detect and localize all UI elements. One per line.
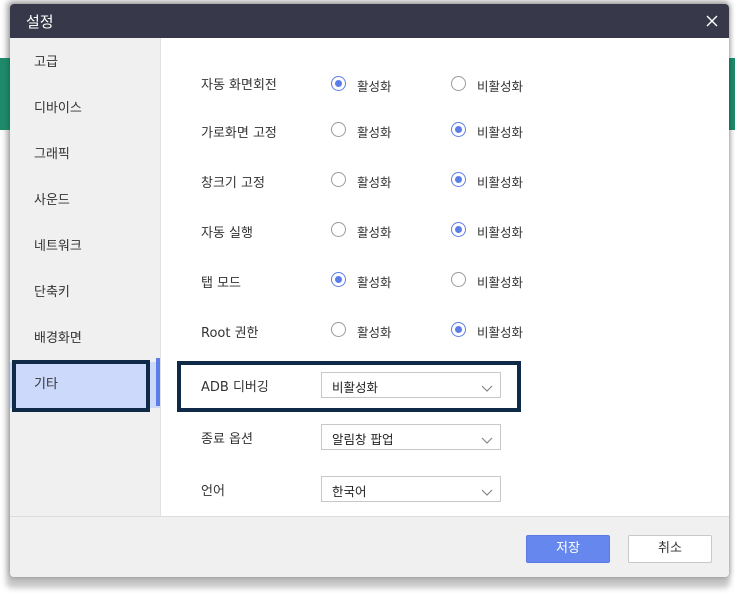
- tab-mode-off-label: 비활성화: [477, 275, 524, 290]
- dialog-title: 설정: [26, 13, 54, 31]
- root-on-label: 활성화: [357, 325, 392, 340]
- auto-start-off-radio[interactable]: [451, 222, 466, 237]
- chevron-down-icon: [480, 431, 494, 450]
- root-on-radio[interactable]: [331, 322, 346, 337]
- sidebar-item-sound[interactable]: 사운드: [10, 178, 160, 224]
- setting-label-tab-mode: 탭 모드: [201, 276, 242, 291]
- auto-rotate-off-label: 비활성화: [477, 79, 524, 94]
- close-icon[interactable]: [701, 10, 723, 32]
- dialog-footer: 저장 취소: [10, 516, 729, 577]
- setting-label-root: Root 권한: [201, 326, 259, 341]
- title-bar: 설정: [10, 4, 729, 38]
- sidebar-item-advanced[interactable]: 고급: [10, 40, 160, 86]
- settings-dialog: 설정 고급 디바이스 그래픽 사운드 네트워크 단축키 배경화면 기타 자동 화…: [10, 4, 729, 577]
- window-size-lock-on-radio[interactable]: [331, 172, 346, 187]
- auto-start-on-label: 활성화: [357, 225, 392, 240]
- auto-start-off-label: 비활성화: [477, 225, 524, 240]
- language-value: 한국어: [332, 484, 367, 499]
- setting-label-language: 언어: [201, 484, 225, 499]
- window-size-lock-on-label: 활성화: [357, 175, 392, 190]
- setting-label-auto-start: 자동 실행: [201, 226, 253, 241]
- landscape-lock-off-label: 비활성화: [477, 125, 524, 140]
- sidebar-item-device[interactable]: 디바이스: [10, 86, 160, 132]
- sidebar-item-graphics[interactable]: 그래픽: [10, 132, 160, 178]
- tab-mode-on-label: 활성화: [357, 275, 392, 290]
- sidebar-item-shortcuts[interactable]: 단축키: [10, 270, 160, 316]
- landscape-lock-off-radio[interactable]: [451, 122, 466, 137]
- exit-option-value: 알림창 팝업: [332, 432, 394, 447]
- setting-label-exit-option: 종료 옵션: [201, 432, 253, 447]
- sidebar-item-network[interactable]: 네트워크: [10, 224, 160, 270]
- sidebar-highlight-box: [12, 360, 150, 412]
- landscape-lock-on-label: 활성화: [357, 125, 392, 140]
- language-select[interactable]: 한국어: [321, 476, 501, 502]
- auto-rotate-on-label: 활성화: [357, 79, 392, 94]
- setting-label-auto-rotate: 자동 화면회전: [201, 78, 277, 93]
- auto-rotate-on-radio[interactable]: [331, 76, 346, 91]
- chevron-down-icon: [480, 483, 494, 502]
- adb-highlight-box: [177, 361, 521, 412]
- tab-mode-on-radio[interactable]: [331, 272, 346, 287]
- window-size-lock-off-label: 비활성화: [477, 175, 524, 190]
- tab-mode-off-radio[interactable]: [451, 272, 466, 287]
- save-button[interactable]: 저장: [526, 535, 610, 563]
- sidebar-item-wallpaper[interactable]: 배경화면: [10, 316, 160, 362]
- auto-rotate-off-radio[interactable]: [451, 76, 466, 91]
- settings-content: 자동 화면회전 활성화 비활성화 가로화면 고정 활성화 비활성화 창크기 고정…: [160, 38, 729, 516]
- cancel-button[interactable]: 취소: [628, 535, 712, 563]
- background-app-strip-right: [729, 58, 735, 130]
- settings-sidebar: 고급 디바이스 그래픽 사운드 네트워크 단축키 배경화면 기타: [10, 38, 160, 516]
- setting-label-window-size-lock: 창크기 고정: [201, 176, 265, 191]
- root-off-radio[interactable]: [451, 322, 466, 337]
- window-size-lock-off-radio[interactable]: [451, 172, 466, 187]
- setting-label-landscape-lock: 가로화면 고정: [201, 126, 277, 141]
- root-off-label: 비활성화: [477, 325, 524, 340]
- landscape-lock-on-radio[interactable]: [331, 122, 346, 137]
- exit-option-select[interactable]: 알림창 팝업: [321, 424, 501, 450]
- auto-start-on-radio[interactable]: [331, 222, 346, 237]
